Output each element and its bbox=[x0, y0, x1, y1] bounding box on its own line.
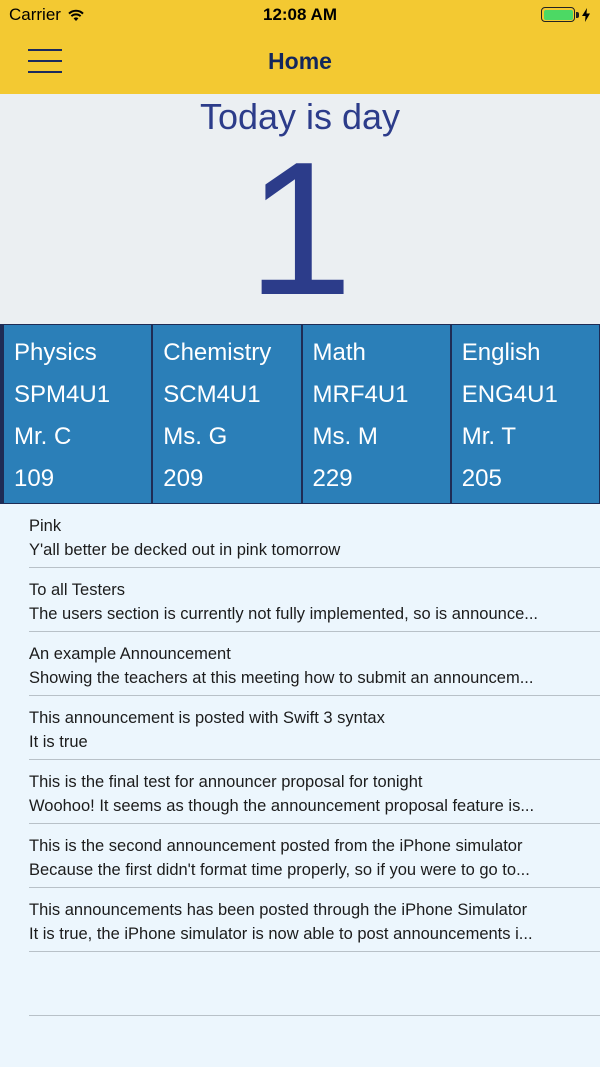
announcement-body: Because the first didn't format time pro… bbox=[29, 861, 530, 879]
course-tile[interactable]: Physics SPM4U1 Mr. C 109 bbox=[0, 324, 153, 504]
announcement-title: To all Testers bbox=[29, 581, 125, 599]
announcement-title: This is the second announcement posted f… bbox=[29, 837, 523, 855]
announcement-item[interactable]: This announcement is posted with Swift 3… bbox=[29, 696, 600, 760]
course-room: 209 bbox=[163, 465, 204, 492]
announcement-body: It is true, the iPhone simulator is now … bbox=[29, 925, 533, 943]
course-code: SCM4U1 bbox=[163, 381, 261, 408]
course-subject: Math bbox=[312, 339, 366, 366]
course-tile[interactable]: Chemistry SCM4U1 Ms. G 209 bbox=[152, 324, 302, 504]
course-tile[interactable]: Math MRF4U1 Ms. M 229 bbox=[301, 324, 451, 504]
course-room: 205 bbox=[461, 465, 502, 492]
course-teacher: Ms. M bbox=[312, 423, 378, 450]
course-tile[interactable]: English ENG4U1 Mr. T 205 bbox=[450, 324, 600, 504]
announcement-item[interactable]: Pink Y'all better be decked out in pink … bbox=[29, 504, 600, 568]
announcement-item[interactable]: This is the second announcement posted f… bbox=[29, 824, 600, 888]
course-room: 229 bbox=[312, 465, 353, 492]
clock: 12:08 AM bbox=[262, 5, 337, 24]
battery-indicator bbox=[541, 7, 590, 22]
announcement-item[interactable]: This announcements has been posted throu… bbox=[29, 888, 600, 952]
course-subject: Physics bbox=[14, 339, 97, 366]
course-teacher: Mr. T bbox=[461, 423, 516, 450]
announcement-body: Woohoo! It seems as though the announcem… bbox=[29, 797, 535, 815]
announcement-item[interactable]: An example Announcement Showing the teac… bbox=[29, 632, 600, 696]
course-teacher: Mr. C bbox=[14, 423, 72, 450]
battery-icon bbox=[541, 7, 575, 22]
announcement-body: Y'all better be decked out in pink tomor… bbox=[29, 541, 341, 559]
announcement-title: This announcement is posted with Swift 3… bbox=[29, 709, 385, 727]
course-subject: English bbox=[461, 339, 541, 366]
status-bar: Carrier 12:08 AM bbox=[0, 0, 600, 30]
announcement-title: This is the final test for announcer pro… bbox=[29, 773, 423, 791]
announcement-title: Pink bbox=[29, 517, 62, 535]
day-panel: Today is day 1 bbox=[0, 94, 600, 324]
announcement-body: Showing the teachers at this meeting how… bbox=[29, 669, 534, 687]
course-code: MRF4U1 bbox=[312, 381, 409, 408]
page-title: Home bbox=[268, 48, 332, 74]
announcement-item[interactable]: This is the final test for announcer pro… bbox=[29, 760, 600, 824]
announcement-body: It is true bbox=[29, 733, 88, 751]
charging-bolt-icon bbox=[582, 7, 590, 22]
course-code: SPM4U1 bbox=[14, 381, 111, 408]
announcement-title: An example Announcement bbox=[29, 645, 231, 663]
empty-list-row bbox=[29, 952, 600, 1016]
announcement-title: This announcements has been posted throu… bbox=[29, 901, 528, 919]
announcement-body: The users section is currently not fully… bbox=[29, 605, 538, 623]
navigation-bar: Home bbox=[0, 30, 600, 94]
day-number: 1 bbox=[247, 123, 353, 335]
course-room: 109 bbox=[14, 465, 55, 492]
announcement-item[interactable]: To all Testers The users section is curr… bbox=[29, 568, 600, 632]
course-subject: Chemistry bbox=[163, 339, 272, 366]
course-schedule: Physics SPM4U1 Mr. C 109 Chemistry SCM4U… bbox=[0, 324, 600, 504]
announcement-list: Pink Y'all better be decked out in pink … bbox=[29, 504, 600, 1016]
course-teacher: Ms. G bbox=[163, 423, 228, 450]
course-code: ENG4U1 bbox=[461, 381, 558, 408]
